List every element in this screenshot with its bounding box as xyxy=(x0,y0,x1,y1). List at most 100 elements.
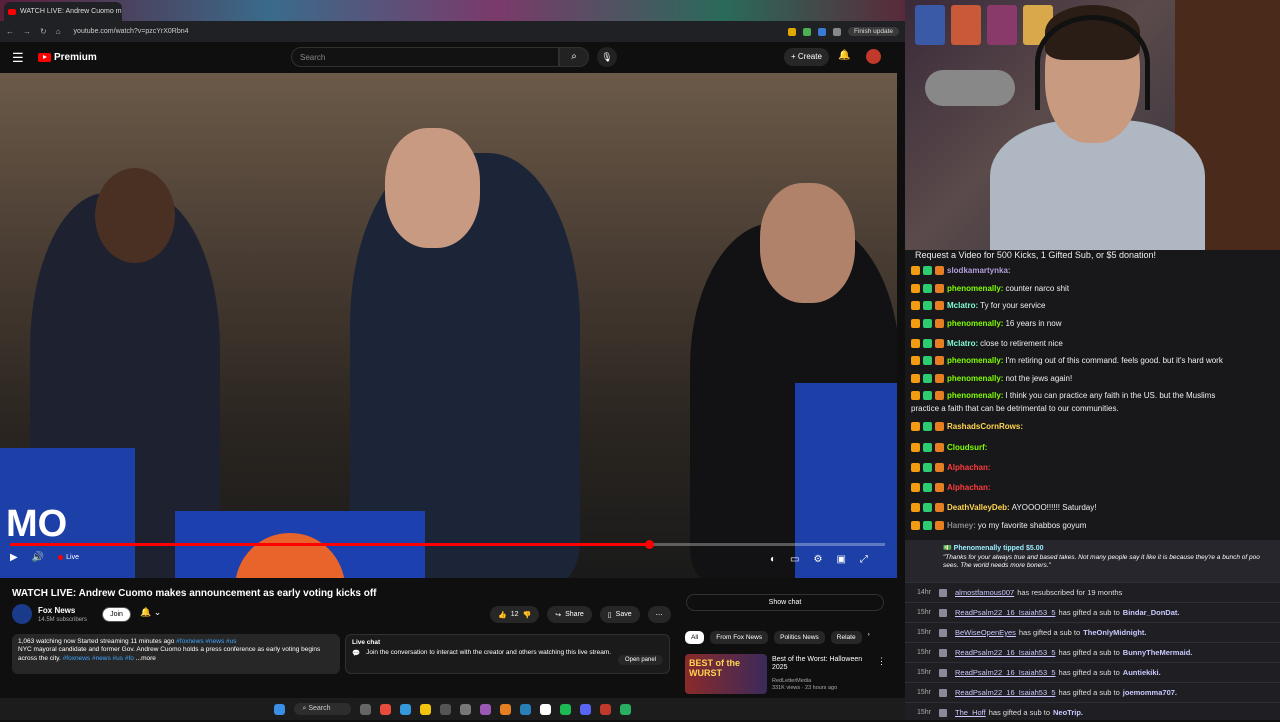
app-icon[interactable] xyxy=(459,703,471,715)
back-icon[interactable]: ← xyxy=(6,27,14,36)
chat-username[interactable]: RashadsCornRows: xyxy=(947,422,1023,431)
app-icon[interactable] xyxy=(379,703,391,715)
join-button[interactable]: Join xyxy=(102,607,131,622)
search-button[interactable]: ⌕ xyxy=(559,47,589,67)
create-button[interactable]: + Create xyxy=(784,48,829,66)
miniplayer-icon[interactable]: ▣ xyxy=(836,554,845,565)
notifications-bell-icon[interactable]: 🔔 xyxy=(838,50,850,61)
channel-name[interactable]: Fox News xyxy=(38,606,75,615)
app-icon[interactable] xyxy=(479,703,491,715)
more-actions-button[interactable]: ⋯ xyxy=(647,606,671,623)
event-action: has resubscribed for 19 months xyxy=(1017,588,1123,597)
chat-username[interactable]: DeathValleyDeb: xyxy=(947,503,1010,512)
open-panel-button[interactable]: Open panel xyxy=(617,655,663,665)
event-user[interactable]: ReadPsalm22_16_Isaiah53_5 xyxy=(955,688,1056,697)
show-chat-button[interactable]: Show chat xyxy=(686,594,884,611)
fullscreen-icon[interactable]: ⤢ xyxy=(860,554,868,565)
event-user[interactable]: ReadPsalm22_16_Isaiah53_5 xyxy=(955,648,1056,657)
chat-username[interactable]: slodkamartynka: xyxy=(947,266,1011,275)
taskbar-search[interactable]: ⌕ Search xyxy=(294,703,351,715)
app-icon[interactable] xyxy=(519,703,531,715)
discord-icon[interactable] xyxy=(579,703,591,715)
chrome-icon[interactable] xyxy=(419,703,431,715)
chip-all[interactable]: All xyxy=(685,631,705,644)
live-indicator[interactable]: Live xyxy=(58,554,79,561)
play-icon[interactable]: ▶ xyxy=(10,552,18,563)
event-target[interactable]: Bindar_DonDat. xyxy=(1123,608,1180,617)
chat-username[interactable]: phenomenally: xyxy=(947,356,1003,365)
subscribe-bell-icon[interactable]: 🔔 ⌄ xyxy=(140,607,161,618)
event-user[interactable]: ReadPsalm22_16_Isaiah53_5 xyxy=(955,668,1056,677)
url-field[interactable]: youtube.com/watch?v=pzcYrX0Rbn4 xyxy=(74,28,189,35)
event-target[interactable]: joemomma707. xyxy=(1123,688,1177,697)
app-icon[interactable] xyxy=(439,703,451,715)
youtube-favicon-icon xyxy=(8,8,16,15)
chip-politics-news[interactable]: Politics News xyxy=(774,631,825,644)
video-player[interactable]: MO xyxy=(0,73,897,578)
browser-tab[interactable]: WATCH LIVE: Andrew Cuomo m ✕ xyxy=(4,2,122,21)
chat-username[interactable]: Hamey: xyxy=(947,521,976,530)
app-icon[interactable] xyxy=(399,703,411,715)
mic-icon[interactable]: 🎙 xyxy=(597,47,617,67)
chat-username[interactable]: phenomenally: xyxy=(947,374,1003,383)
finish-update-button[interactable]: Finish update xyxy=(847,27,899,36)
avatar[interactable] xyxy=(866,49,881,64)
extension-icon[interactable] xyxy=(832,27,841,36)
reload-icon[interactable]: ↻ xyxy=(40,27,47,36)
desc-more-link[interactable]: ...more xyxy=(136,655,156,662)
chat-username[interactable]: Mclatro: xyxy=(947,301,978,310)
event-user[interactable]: The_Hoff xyxy=(955,708,986,717)
recommended-title[interactable]: Best of the Worst: Halloween 2025 xyxy=(772,656,872,673)
chevron-right-icon[interactable]: › xyxy=(868,631,870,644)
forward-icon[interactable]: → xyxy=(23,27,31,36)
app-icon[interactable] xyxy=(499,703,511,715)
chat-message: Alphachan: xyxy=(911,483,993,492)
chat-username[interactable]: Cloudsurf: xyxy=(947,443,987,452)
chip-related[interactable]: Relate xyxy=(830,631,862,644)
search-input[interactable]: Search xyxy=(291,47,559,67)
event-target[interactable]: Auntiekiki. xyxy=(1123,668,1161,677)
hamburger-menu-icon[interactable]: ☰ xyxy=(12,50,32,66)
event-user[interactable]: almostfamous007 xyxy=(955,588,1014,597)
app-icon[interactable] xyxy=(619,703,631,715)
windows-start-icon[interactable] xyxy=(274,703,286,715)
recommended-thumbnail[interactable]: BEST of the WURST xyxy=(685,654,767,694)
chat-username[interactable]: phenomenally: xyxy=(947,391,1003,400)
extension-icon[interactable] xyxy=(817,27,826,36)
settings-gear-icon[interactable]: ⚙ xyxy=(814,554,823,565)
share-button[interactable]: ↪ Share xyxy=(547,606,592,623)
desc-hashtags[interactable]: #foxnews #news #us xyxy=(176,638,236,645)
extension-icon[interactable] xyxy=(787,27,796,36)
chat-username[interactable]: Alphachan: xyxy=(947,483,991,492)
recommended-video[interactable]: BEST of the WURST Best of the Worst: Hal… xyxy=(685,654,886,694)
video-scrubber-handle[interactable] xyxy=(644,540,654,549)
event-user[interactable]: BeWiseOpenEyes xyxy=(955,628,1016,637)
home-icon[interactable]: ⌂ xyxy=(56,27,61,36)
spotify-icon[interactable] xyxy=(559,703,571,715)
save-button[interactable]: ▯ Save xyxy=(599,606,640,623)
desc-hashtags[interactable]: #foxnews #news #us #fo xyxy=(63,655,134,662)
chat-username[interactable]: phenomenally: xyxy=(947,284,1003,293)
event-target[interactable]: BunnyTheMermaid. xyxy=(1123,648,1193,657)
thumbs-down-icon[interactable]: 👎 xyxy=(523,611,532,619)
chat-username[interactable]: phenomenally: xyxy=(947,319,1003,328)
channel-avatar[interactable] xyxy=(12,604,32,624)
autoplay-toggle-icon[interactable]: ◐ xyxy=(770,554,776,565)
task-view-icon[interactable] xyxy=(359,703,371,715)
captions-icon[interactable]: ▭ xyxy=(790,554,799,565)
like-button[interactable]: 👍 12 👎 xyxy=(490,606,540,623)
event-target[interactable]: NeoTrip. xyxy=(1053,708,1083,717)
app-icon[interactable] xyxy=(539,703,551,715)
chip-from-fox-news[interactable]: From Fox News xyxy=(710,631,769,644)
event-user[interactable]: ReadPsalm22_16_Isaiah53_5 xyxy=(955,608,1056,617)
extension-icon[interactable] xyxy=(802,27,811,36)
more-options-icon[interactable]: ⋮ xyxy=(877,656,886,667)
event-target[interactable]: TheOnlyMidnight. xyxy=(1083,628,1146,637)
video-description[interactable]: 1,063 watching now Started streaming 11 … xyxy=(12,634,340,674)
volume-icon[interactable]: 🔊 xyxy=(32,552,44,563)
event-time: 15hr xyxy=(916,669,931,676)
app-icon[interactable] xyxy=(599,703,611,715)
chat-username[interactable]: Alphachan: xyxy=(947,463,991,472)
youtube-logo[interactable]: Premium xyxy=(38,52,97,63)
chat-username[interactable]: Mclatro: xyxy=(947,339,978,348)
